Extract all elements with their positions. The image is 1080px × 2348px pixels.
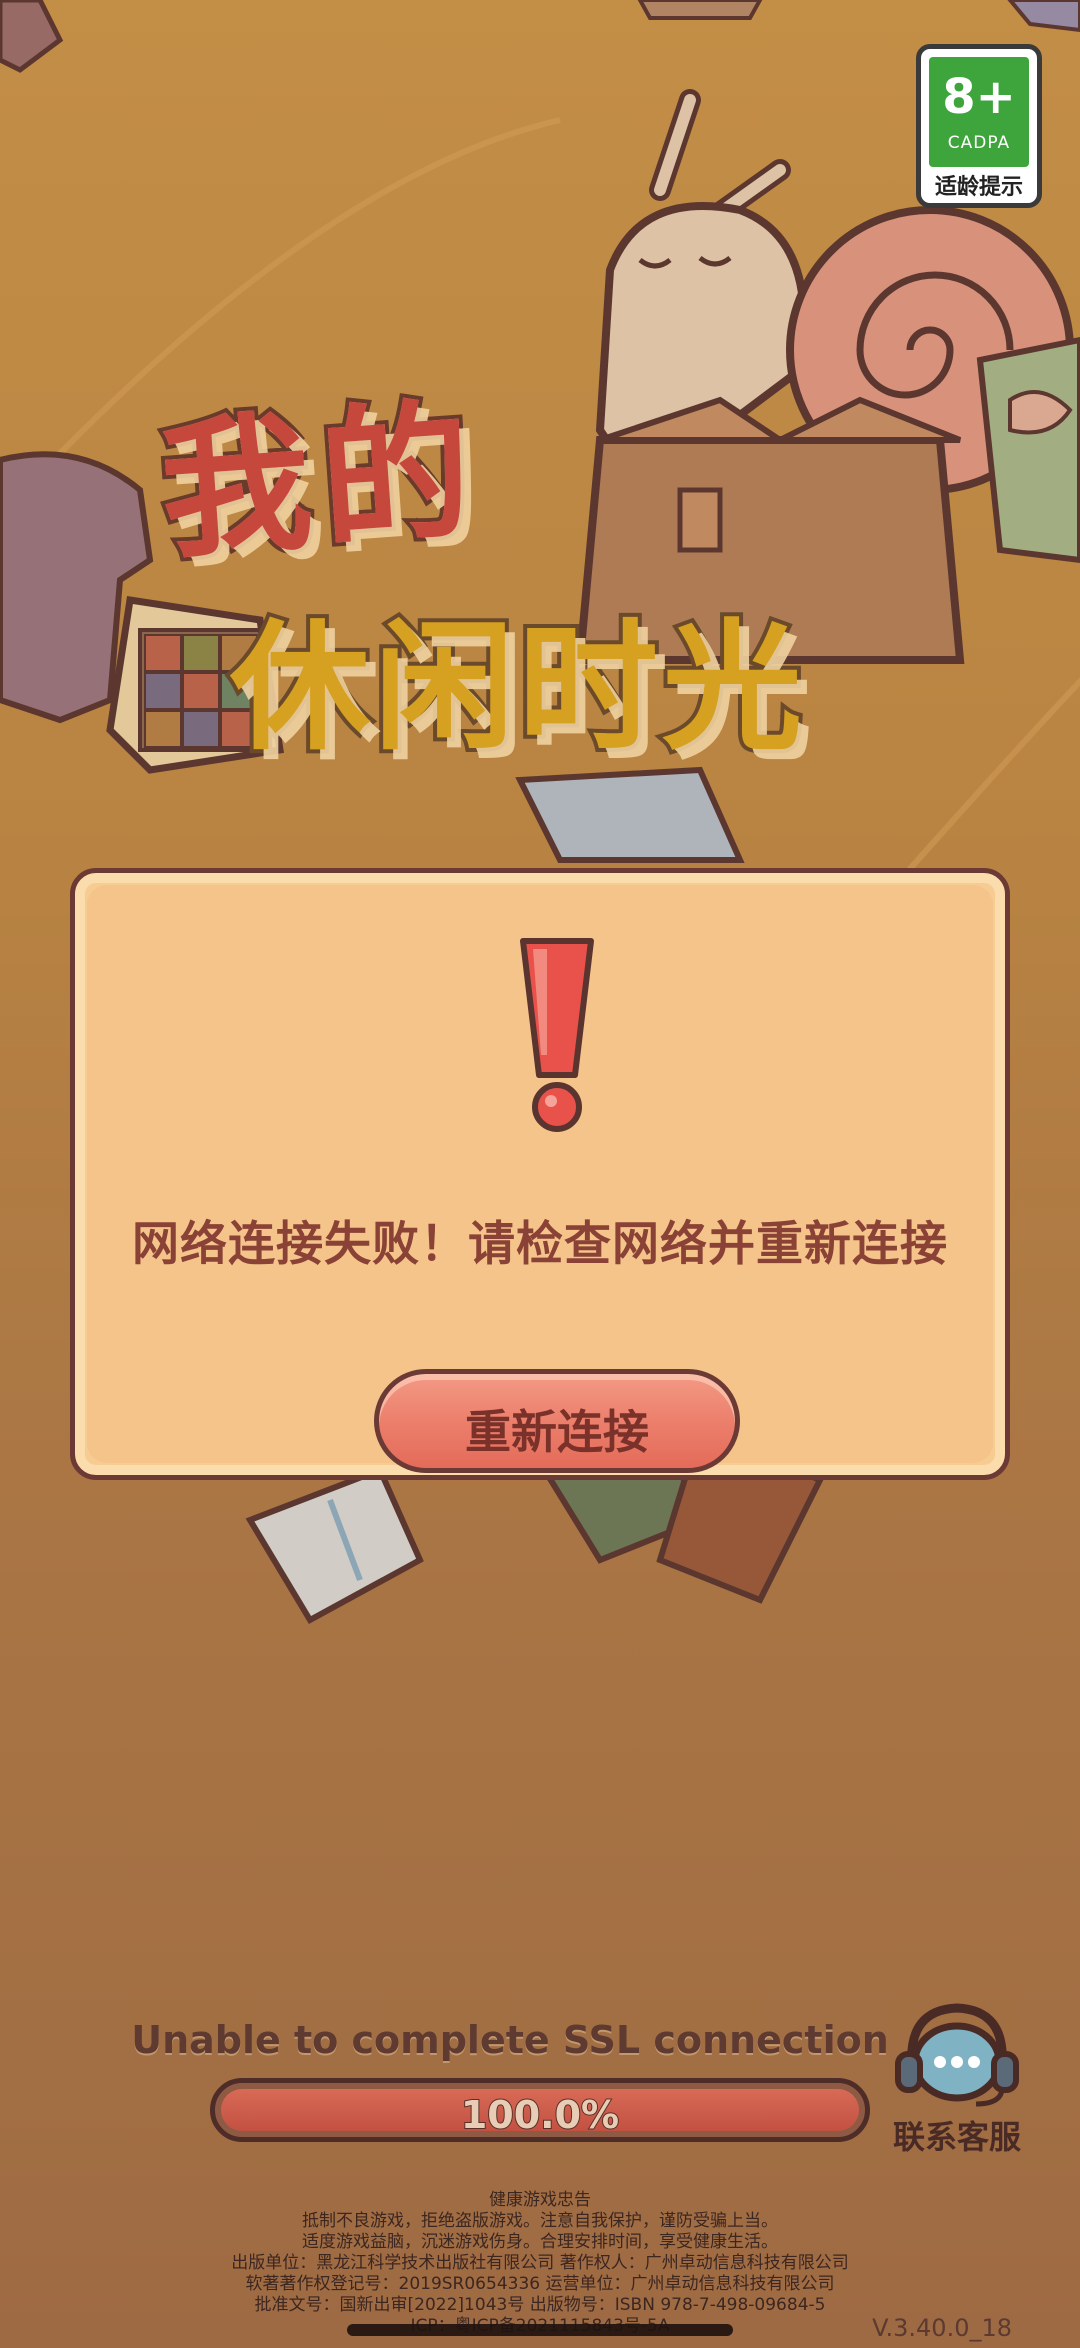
copyright-line: 软著著作权登记号：2019SR0654336 运营单位：广州卓动信息科技有限公司 (245, 2274, 835, 2294)
health-notice-line-2: 适度游戏益脑，沉迷游戏伤身。合理安排时间，享受健康生活。 (302, 2232, 778, 2252)
health-notice-title: 健康游戏忠告 (489, 2190, 591, 2210)
game-title-line-1: 我的 (151, 380, 490, 584)
progress-percent: 100.0% (460, 2092, 620, 2137)
health-notice-line-1: 抵制不良游戏，拒绝盗版游戏。注意自我保护，谨防受骗上当。 (302, 2211, 778, 2231)
error-message: 网络连接失败！请检查网络并重新连接 (132, 1217, 948, 1272)
customer-service-button[interactable]: 联系客服 (882, 2000, 1032, 2160)
network-error-dialog: 网络连接失败！请检查网络并重新连接 重新连接 (70, 868, 1010, 1480)
age-rating-org: CADPA (947, 133, 1011, 153)
reconnect-button[interactable]: 重新连接 (374, 1369, 740, 1473)
customer-service-label: 联系客服 (892, 2118, 1021, 2156)
loading-progress-bar: 100.0% (210, 2078, 870, 2142)
reconnect-button-label: 重新连接 (465, 1405, 649, 1459)
exclamation-icon (520, 938, 594, 1132)
headset-chat-icon (895, 2003, 1019, 2107)
age-rating-badge: 8+ CADPA 适龄提示 (916, 44, 1042, 208)
publisher-line: 出版单位：黑龙江科学技术出版社有限公司 著作权人：广州卓动信息科技有限公司 (231, 2253, 849, 2273)
age-rating-panel: 8+ CADPA (929, 57, 1029, 167)
age-rating-value: 8+ (942, 69, 1016, 125)
dialog-body: 网络连接失败！请检查网络并重新连接 重新连接 (87, 885, 993, 1473)
game-title-line-2: 休闲时光 (226, 603, 807, 774)
version-label: V.3.40.0_18 (872, 2314, 1012, 2342)
age-rating-tip: 适龄提示 (934, 175, 1023, 200)
home-indicator[interactable] (347, 2324, 733, 2336)
approval-line: 批准文号：国新出审[2022]1043号 出版物号：ISBN 978-7-498… (254, 2295, 826, 2315)
